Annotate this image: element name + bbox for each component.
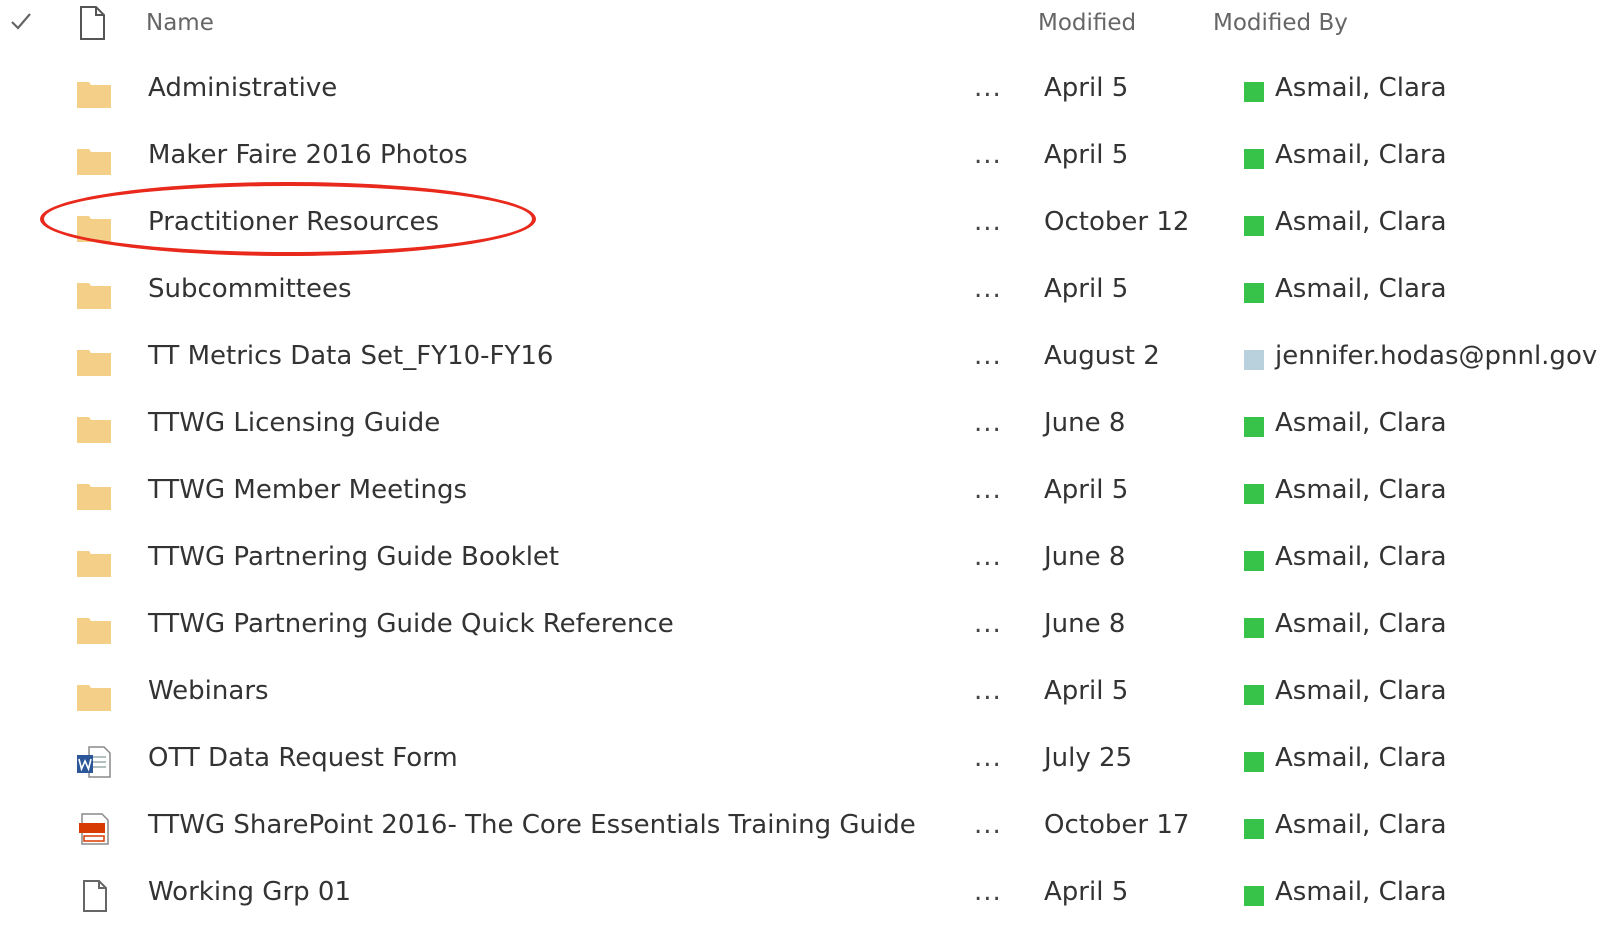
list-row[interactable]: Working Grp 01 ... April 5 Asmail, Clara bbox=[0, 861, 1606, 928]
modified-by-user-link[interactable]: Asmail, Clara bbox=[1275, 475, 1447, 505]
modified-date: April 5 bbox=[1044, 274, 1129, 304]
item-name-link[interactable]: Webinars bbox=[148, 676, 269, 706]
more-options-button[interactable]: ... bbox=[974, 274, 1002, 304]
modified-date: April 5 bbox=[1044, 877, 1129, 907]
modified-by-user-link[interactable]: Asmail, Clara bbox=[1275, 542, 1447, 572]
modified-by-user-link[interactable]: Asmail, Clara bbox=[1275, 609, 1447, 639]
more-options-button[interactable]: ... bbox=[974, 542, 1002, 572]
more-options-button[interactable]: ... bbox=[974, 408, 1002, 438]
more-options-button[interactable]: ... bbox=[974, 609, 1002, 639]
list-row[interactable]: Maker Faire 2016 Photos ... April 5 Asma… bbox=[0, 124, 1606, 191]
document-list: Administrative ... April 5 Asmail, Clara… bbox=[0, 57, 1606, 928]
column-header-modified[interactable]: Modified bbox=[1038, 10, 1136, 36]
list-row[interactable]: Webinars ... April 5 Asmail, Clara bbox=[0, 660, 1606, 727]
list-row[interactable]: TTWG Partnering Guide Quick Reference ..… bbox=[0, 593, 1606, 660]
item-name-link[interactable]: TTWG Partnering Guide Quick Reference bbox=[148, 609, 674, 639]
presence-indicator-icon bbox=[1244, 551, 1264, 571]
item-name-link[interactable]: Working Grp 01 bbox=[148, 877, 351, 907]
folder-icon bbox=[76, 543, 112, 579]
modified-by-user-link[interactable]: Asmail, Clara bbox=[1275, 676, 1447, 706]
item-name-link[interactable]: Subcommittees bbox=[148, 274, 352, 304]
presence-indicator-icon bbox=[1244, 283, 1264, 303]
modified-by-user-link[interactable]: Asmail, Clara bbox=[1275, 73, 1447, 103]
modified-by-user-link[interactable]: Asmail, Clara bbox=[1275, 877, 1447, 907]
presence-indicator-icon bbox=[1244, 484, 1264, 504]
list-row[interactable]: TTWG Licensing Guide ... June 8 Asmail, … bbox=[0, 392, 1606, 459]
folder-icon bbox=[76, 476, 112, 512]
modified-date: August 2 bbox=[1044, 341, 1160, 371]
more-options-button[interactable]: ... bbox=[974, 140, 1002, 170]
file-type-icon[interactable] bbox=[76, 5, 108, 41]
modified-date: April 5 bbox=[1044, 73, 1129, 103]
list-row[interactable]: Practitioner Resources ... October 12 As… bbox=[0, 191, 1606, 258]
modified-by-user-link[interactable]: Asmail, Clara bbox=[1275, 207, 1447, 237]
folder-icon bbox=[76, 342, 112, 378]
item-name-link[interactable]: OTT Data Request Form bbox=[148, 743, 458, 773]
item-name-link[interactable]: TTWG SharePoint 2016- The Core Essential… bbox=[148, 810, 916, 840]
list-row[interactable]: TTWG Member Meetings ... April 5 Asmail,… bbox=[0, 459, 1606, 526]
item-name-link[interactable]: TTWG Partnering Guide Booklet bbox=[148, 542, 559, 572]
modified-date: June 8 bbox=[1044, 609, 1126, 639]
presence-indicator-icon bbox=[1244, 618, 1264, 638]
more-options-button[interactable]: ... bbox=[974, 207, 1002, 237]
item-name-link[interactable]: TT Metrics Data Set_FY10-FY16 bbox=[148, 341, 553, 371]
presence-indicator-icon bbox=[1244, 350, 1264, 370]
presence-indicator-icon bbox=[1244, 752, 1264, 772]
word-doc-icon bbox=[76, 744, 112, 780]
item-name-link[interactable]: TTWG Licensing Guide bbox=[148, 408, 440, 438]
presence-indicator-icon bbox=[1244, 819, 1264, 839]
list-row[interactable]: TT Metrics Data Set_FY10-FY16 ... August… bbox=[0, 325, 1606, 392]
modified-by-user-link[interactable]: Asmail, Clara bbox=[1275, 408, 1447, 438]
presence-indicator-icon bbox=[1244, 82, 1264, 102]
modified-date: April 5 bbox=[1044, 140, 1129, 170]
modified-date: June 8 bbox=[1044, 542, 1126, 572]
more-options-button[interactable]: ... bbox=[974, 810, 1002, 840]
list-row[interactable]: Administrative ... April 5 Asmail, Clara bbox=[0, 57, 1606, 124]
more-options-button[interactable]: ... bbox=[974, 877, 1002, 907]
folder-icon bbox=[76, 409, 112, 445]
modified-date: April 5 bbox=[1044, 676, 1129, 706]
pdf-doc-icon bbox=[76, 811, 112, 847]
column-header-modified-by[interactable]: Modified By bbox=[1213, 10, 1348, 36]
modified-by-user-link[interactable]: Asmail, Clara bbox=[1275, 140, 1447, 170]
presence-indicator-icon bbox=[1244, 417, 1264, 437]
modified-date: June 8 bbox=[1044, 408, 1126, 438]
item-name-link[interactable]: Practitioner Resources bbox=[148, 207, 439, 237]
column-header-name[interactable]: Name bbox=[146, 10, 214, 36]
item-name-link[interactable]: Administrative bbox=[148, 73, 337, 103]
presence-indicator-icon bbox=[1244, 216, 1264, 236]
modified-by-user-link[interactable]: Asmail, Clara bbox=[1275, 274, 1447, 304]
folder-icon bbox=[76, 141, 112, 177]
modified-by-user-link[interactable]: Asmail, Clara bbox=[1275, 810, 1447, 840]
modified-date: October 17 bbox=[1044, 810, 1190, 840]
item-name-link[interactable]: Maker Faire 2016 Photos bbox=[148, 140, 468, 170]
modified-date: October 12 bbox=[1044, 207, 1190, 237]
modified-by-user-link[interactable]: Asmail, Clara bbox=[1275, 743, 1447, 773]
folder-icon bbox=[76, 74, 112, 110]
presence-indicator-icon bbox=[1244, 149, 1264, 169]
generic-file-icon bbox=[76, 878, 112, 914]
more-options-button[interactable]: ... bbox=[974, 73, 1002, 103]
more-options-button[interactable]: ... bbox=[974, 341, 1002, 371]
modified-date: July 25 bbox=[1044, 743, 1133, 773]
more-options-button[interactable]: ... bbox=[974, 676, 1002, 706]
more-options-button[interactable]: ... bbox=[974, 743, 1002, 773]
list-row[interactable]: TTWG SharePoint 2016- The Core Essential… bbox=[0, 794, 1606, 861]
presence-indicator-icon bbox=[1244, 685, 1264, 705]
folder-icon bbox=[76, 208, 112, 244]
item-name-link[interactable]: TTWG Member Meetings bbox=[148, 475, 467, 505]
folder-icon bbox=[76, 275, 112, 311]
list-header: Name Modified Modified By bbox=[0, 0, 1606, 52]
modified-by-user-link[interactable]: jennifer.hodas@pnnl.gov bbox=[1275, 341, 1597, 371]
list-row[interactable]: Subcommittees ... April 5 Asmail, Clara bbox=[0, 258, 1606, 325]
more-options-button[interactable]: ... bbox=[974, 475, 1002, 505]
presence-indicator-icon bbox=[1244, 886, 1264, 906]
list-row[interactable]: TTWG Partnering Guide Booklet ... June 8… bbox=[0, 526, 1606, 593]
list-row[interactable]: OTT Data Request Form ... July 25 Asmail… bbox=[0, 727, 1606, 794]
modified-date: April 5 bbox=[1044, 475, 1129, 505]
folder-icon bbox=[76, 610, 112, 646]
select-all-check-icon[interactable] bbox=[8, 8, 34, 34]
folder-icon bbox=[76, 677, 112, 713]
